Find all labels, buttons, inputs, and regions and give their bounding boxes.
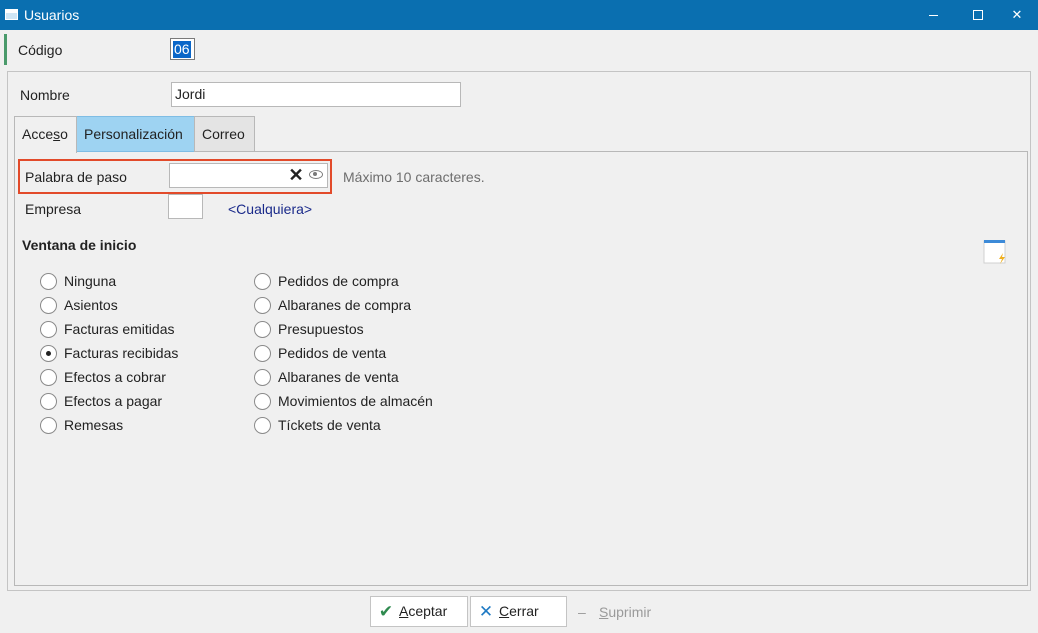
radio-label: Facturas emitidas xyxy=(64,321,175,337)
password-hint: Máximo 10 caracteres. xyxy=(343,169,485,185)
radio-circle[interactable] xyxy=(254,345,271,362)
aceptar-button[interactable]: ✔ Aceptar xyxy=(370,596,468,627)
radio-label: Pedidos de compra xyxy=(278,273,399,289)
radio-circle[interactable] xyxy=(40,273,57,290)
radio-label: Pedidos de venta xyxy=(278,345,387,361)
window-icon xyxy=(5,9,18,20)
radio-label: Efectos a cobrar xyxy=(64,369,166,385)
eye-icon[interactable] xyxy=(309,170,323,179)
radio-circle[interactable] xyxy=(40,417,57,434)
radio-label: Tíckets de venta xyxy=(278,417,381,433)
password-label: Palabra de paso xyxy=(25,169,127,185)
radio-circle[interactable] xyxy=(254,369,271,386)
radio-circle[interactable] xyxy=(254,321,271,338)
codigo-row: Código 06 xyxy=(4,34,304,65)
dash-icon: – xyxy=(578,604,586,620)
close-window-button[interactable]: ✕ xyxy=(994,0,1038,30)
codigo-input[interactable]: 06 xyxy=(170,38,195,60)
radio-circle[interactable] xyxy=(40,369,57,386)
radio-circle[interactable] xyxy=(40,345,57,362)
radio-label: Albaranes de venta xyxy=(278,369,399,385)
radio-circle[interactable] xyxy=(40,297,57,314)
radio-label: Asientos xyxy=(64,297,118,313)
radio-circle[interactable] xyxy=(40,393,57,410)
radio-circle[interactable] xyxy=(40,321,57,338)
required-field-marker xyxy=(4,34,7,65)
nombre-input[interactable]: Jordi xyxy=(171,82,461,107)
title-bar: Usuarios ✕ xyxy=(0,0,1038,30)
radio-circle[interactable] xyxy=(254,273,271,290)
radio-circle[interactable] xyxy=(254,417,271,434)
radio-label: Albaranes de compra xyxy=(278,297,412,313)
close-x-icon: ✕ xyxy=(478,602,494,621)
radio-label: Ninguna xyxy=(64,273,117,289)
tab-acceso[interactable]: Acceso xyxy=(14,116,77,153)
ventana-inicio-title: Ventana de inicio xyxy=(22,237,137,253)
tab-personalizacion[interactable]: Personalización xyxy=(76,116,195,152)
radio-label: Efectos a pagar xyxy=(64,393,163,409)
window-title: Usuarios xyxy=(24,7,80,23)
codigo-label: Código xyxy=(18,42,63,58)
edit-panel-icon[interactable] xyxy=(983,239,1007,265)
clear-x-icon[interactable]: ✕ xyxy=(288,166,304,184)
nombre-label: Nombre xyxy=(20,87,70,103)
radio-label: Remesas xyxy=(64,417,124,433)
radio-circle[interactable] xyxy=(254,297,271,314)
cerrar-button[interactable]: ✕ Cerrar xyxy=(470,596,567,627)
codigo-value: 06 xyxy=(173,41,191,58)
radio-label: Presupuestos xyxy=(278,321,364,337)
tab-correo[interactable]: Correo xyxy=(194,116,255,152)
radio-label: Movimientos de almacén xyxy=(278,393,433,409)
empresa-input[interactable] xyxy=(168,194,203,219)
radio-label: Facturas recibidas xyxy=(64,345,179,361)
minimize-button[interactable] xyxy=(910,0,956,30)
check-icon: ✔ xyxy=(378,602,394,621)
empresa-label: Empresa xyxy=(25,201,82,217)
tab-panel xyxy=(14,151,1028,586)
radio-circle[interactable] xyxy=(254,393,271,410)
password-input[interactable] xyxy=(169,163,328,188)
empresa-value: <Cualquiera> xyxy=(228,201,313,217)
